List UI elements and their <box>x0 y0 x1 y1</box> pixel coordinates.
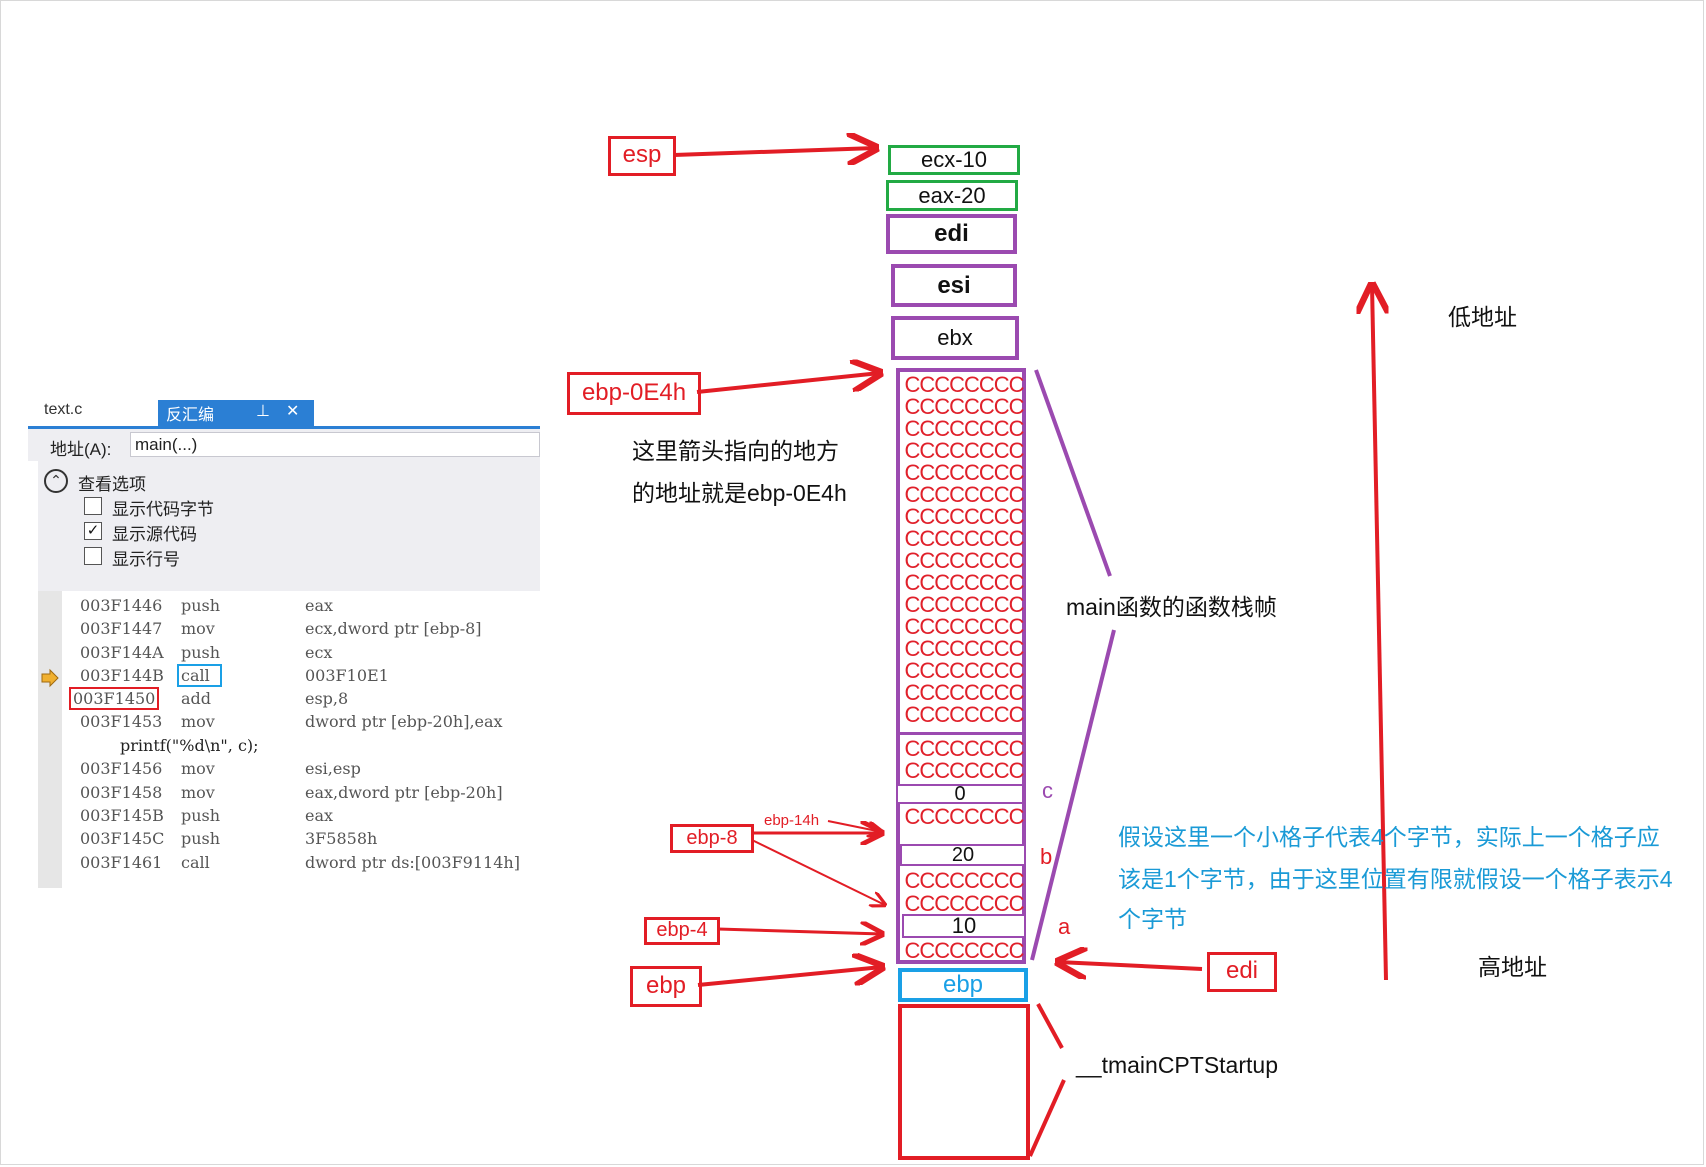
label-ebp-0e4h: ebp-0E4h <box>567 372 701 415</box>
var-tag-a: a <box>1058 914 1071 939</box>
label-ebp: ebp <box>630 966 702 1007</box>
cell-note-line1: 假设这里一个小格子代表4个字节，实际上一个格子应 <box>1118 824 1660 850</box>
cc-fill-row: CCCCCCCC <box>904 460 1024 485</box>
stack-frame-diagram: ecx-10 eax-20 edi esi ebx CCCCCCCC CCCCC… <box>0 0 1706 1167</box>
stack-cell-edi: edi <box>886 214 1017 254</box>
cc-fill-row: CCCCCCCC <box>904 736 1024 761</box>
cc-fill-row: CCCCCCCC <box>904 758 1024 783</box>
cc-fill-row: CCCCCCCC <box>904 548 1024 573</box>
frame-caption: main函数的函数栈帧 <box>1066 594 1277 620</box>
cc-fill-row: CCCCCCCC <box>904 482 1024 507</box>
cc-fill-row: CCCCCCCC <box>904 394 1024 419</box>
stack-var-b: 20 <box>900 844 1026 866</box>
arrow-edi <box>1058 962 1203 969</box>
arrow-esp <box>673 148 876 155</box>
label-esp: esp <box>608 136 676 176</box>
label-ebp-14h: ebp-14h <box>764 812 820 829</box>
cc-fill-row: CCCCCCCC <box>904 636 1024 661</box>
arrow-note-line2: 的地址就是ebp-0E4h <box>632 480 847 506</box>
arrow-ebp-4 <box>717 929 882 934</box>
var-tag-b: b <box>1040 844 1053 869</box>
stack-cell-esi: esi <box>891 264 1017 307</box>
caller-caption: __tmainCPTStartup <box>1076 1052 1278 1078</box>
arrow-ebp-14h <box>827 820 882 832</box>
cell-note-line3: 个字节 <box>1118 906 1187 932</box>
cc-fill-row: CCCCCCCC <box>904 658 1024 683</box>
high-address-label: 高地址 <box>1478 954 1547 980</box>
low-address-label: 低地址 <box>1448 304 1517 330</box>
diagram-lines <box>673 0 1706 1157</box>
cc-fill-row: CCCCCCCC <box>904 680 1024 705</box>
arrow-note-line1: 这里箭头指向的地方 <box>632 438 839 464</box>
frame-brace-top <box>1034 369 1112 577</box>
cc-fill-row: CCCCCCCC <box>904 526 1024 551</box>
label-ebp-8: ebp-8 <box>670 824 754 853</box>
stack-cell-ebx: ebx <box>891 316 1019 360</box>
cc-fill-row: CCCCCCCC <box>904 614 1024 639</box>
cc-fill-row: CCCCCCCC <box>904 938 1024 963</box>
stack-cell-ebp: ebp <box>898 968 1028 1002</box>
label-ebp-4: ebp-4 <box>644 917 720 945</box>
cc-fill-row: CCCCCCCC <box>904 416 1024 441</box>
caller-brace-top <box>1036 1003 1064 1049</box>
stack-cell-eax: eax-20 <box>886 180 1018 211</box>
cc-fill-row: CCCCCCCC <box>904 570 1024 595</box>
stack-var-a: 10 <box>902 914 1026 938</box>
arrow-ebp <box>697 967 882 987</box>
cc-fill-row: CCCCCCCC <box>904 372 1024 397</box>
cc-fill-row: CCCCCCCC <box>904 868 1024 893</box>
cc-fill-row: CCCCCCCC <box>904 592 1024 617</box>
arrow-ebp-8-to-b <box>751 839 885 905</box>
cc-fill-row: CCCCCCCC <box>904 438 1024 463</box>
var-tag-c: c <box>1042 778 1053 803</box>
cc-fill-row: CCCCCCCC <box>904 702 1024 727</box>
caller-frame-box <box>898 1004 1030 1160</box>
cc-fill-row: CCCCCCCC <box>904 891 1024 916</box>
cc-fill-row: CCCCCCCC <box>904 504 1024 529</box>
cc-fill-row: CCCCCCCC <box>904 804 1024 829</box>
caller-brace-bottom <box>1028 1079 1066 1157</box>
frame-divider <box>896 732 1026 735</box>
label-edi: edi <box>1207 952 1277 992</box>
arrow-ebp-0e4h <box>696 373 880 394</box>
stack-cell-ecx: ecx-10 <box>888 145 1020 175</box>
cell-note-line2: 该是1个字节，由于这里位置有限就假设一个格子表示4 <box>1118 866 1673 892</box>
stack-var-c: 0 <box>896 784 1024 804</box>
